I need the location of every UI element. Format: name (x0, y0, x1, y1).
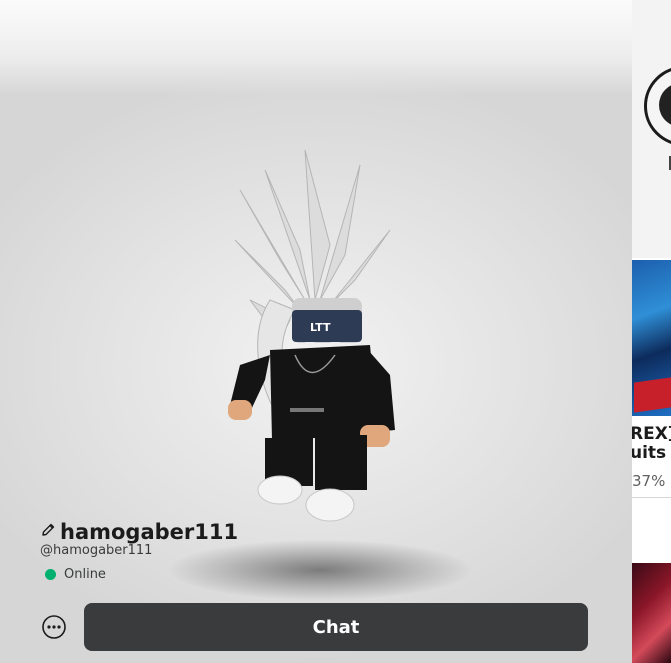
game-rating: 37% (632, 472, 666, 490)
game-title-line2: uits B (632, 443, 671, 463)
svg-text:LTT: LTT (310, 321, 331, 334)
status-text: Online (64, 567, 106, 582)
online-indicator-icon (45, 569, 56, 580)
friend-card[interactable] (632, 0, 671, 258)
friend-avatar-image (659, 83, 671, 127)
presence-status: Online (45, 567, 238, 582)
username: @hamogaber111 (40, 543, 153, 558)
game-title[interactable]: REX] uits B (632, 425, 671, 463)
right-panel: REX] uits B 37% (632, 0, 671, 663)
display-name: hamogaber111 (60, 520, 239, 544)
game-thumbnail[interactable] (632, 260, 671, 416)
game-thumbnail-2[interactable] (632, 563, 671, 663)
more-options-button[interactable] (41, 614, 67, 640)
avatar-3d-model[interactable]: LTT (210, 150, 410, 530)
friend-avatar[interactable] (644, 66, 671, 146)
display-name-row: hamogaber111 (40, 520, 238, 544)
avatar-viewport[interactable]: LTT hamogaber111 @hamogaber111 Online Ch… (0, 0, 632, 663)
divider (632, 497, 671, 498)
game-title-line1: REX] (632, 424, 671, 444)
more-options-icon (42, 615, 66, 639)
game-thumbnail-detail (634, 377, 671, 413)
profile-info: hamogaber111 @hamogaber111 Online (40, 520, 238, 582)
pencil-icon[interactable] (40, 522, 56, 542)
chat-button[interactable]: Chat (84, 603, 588, 651)
